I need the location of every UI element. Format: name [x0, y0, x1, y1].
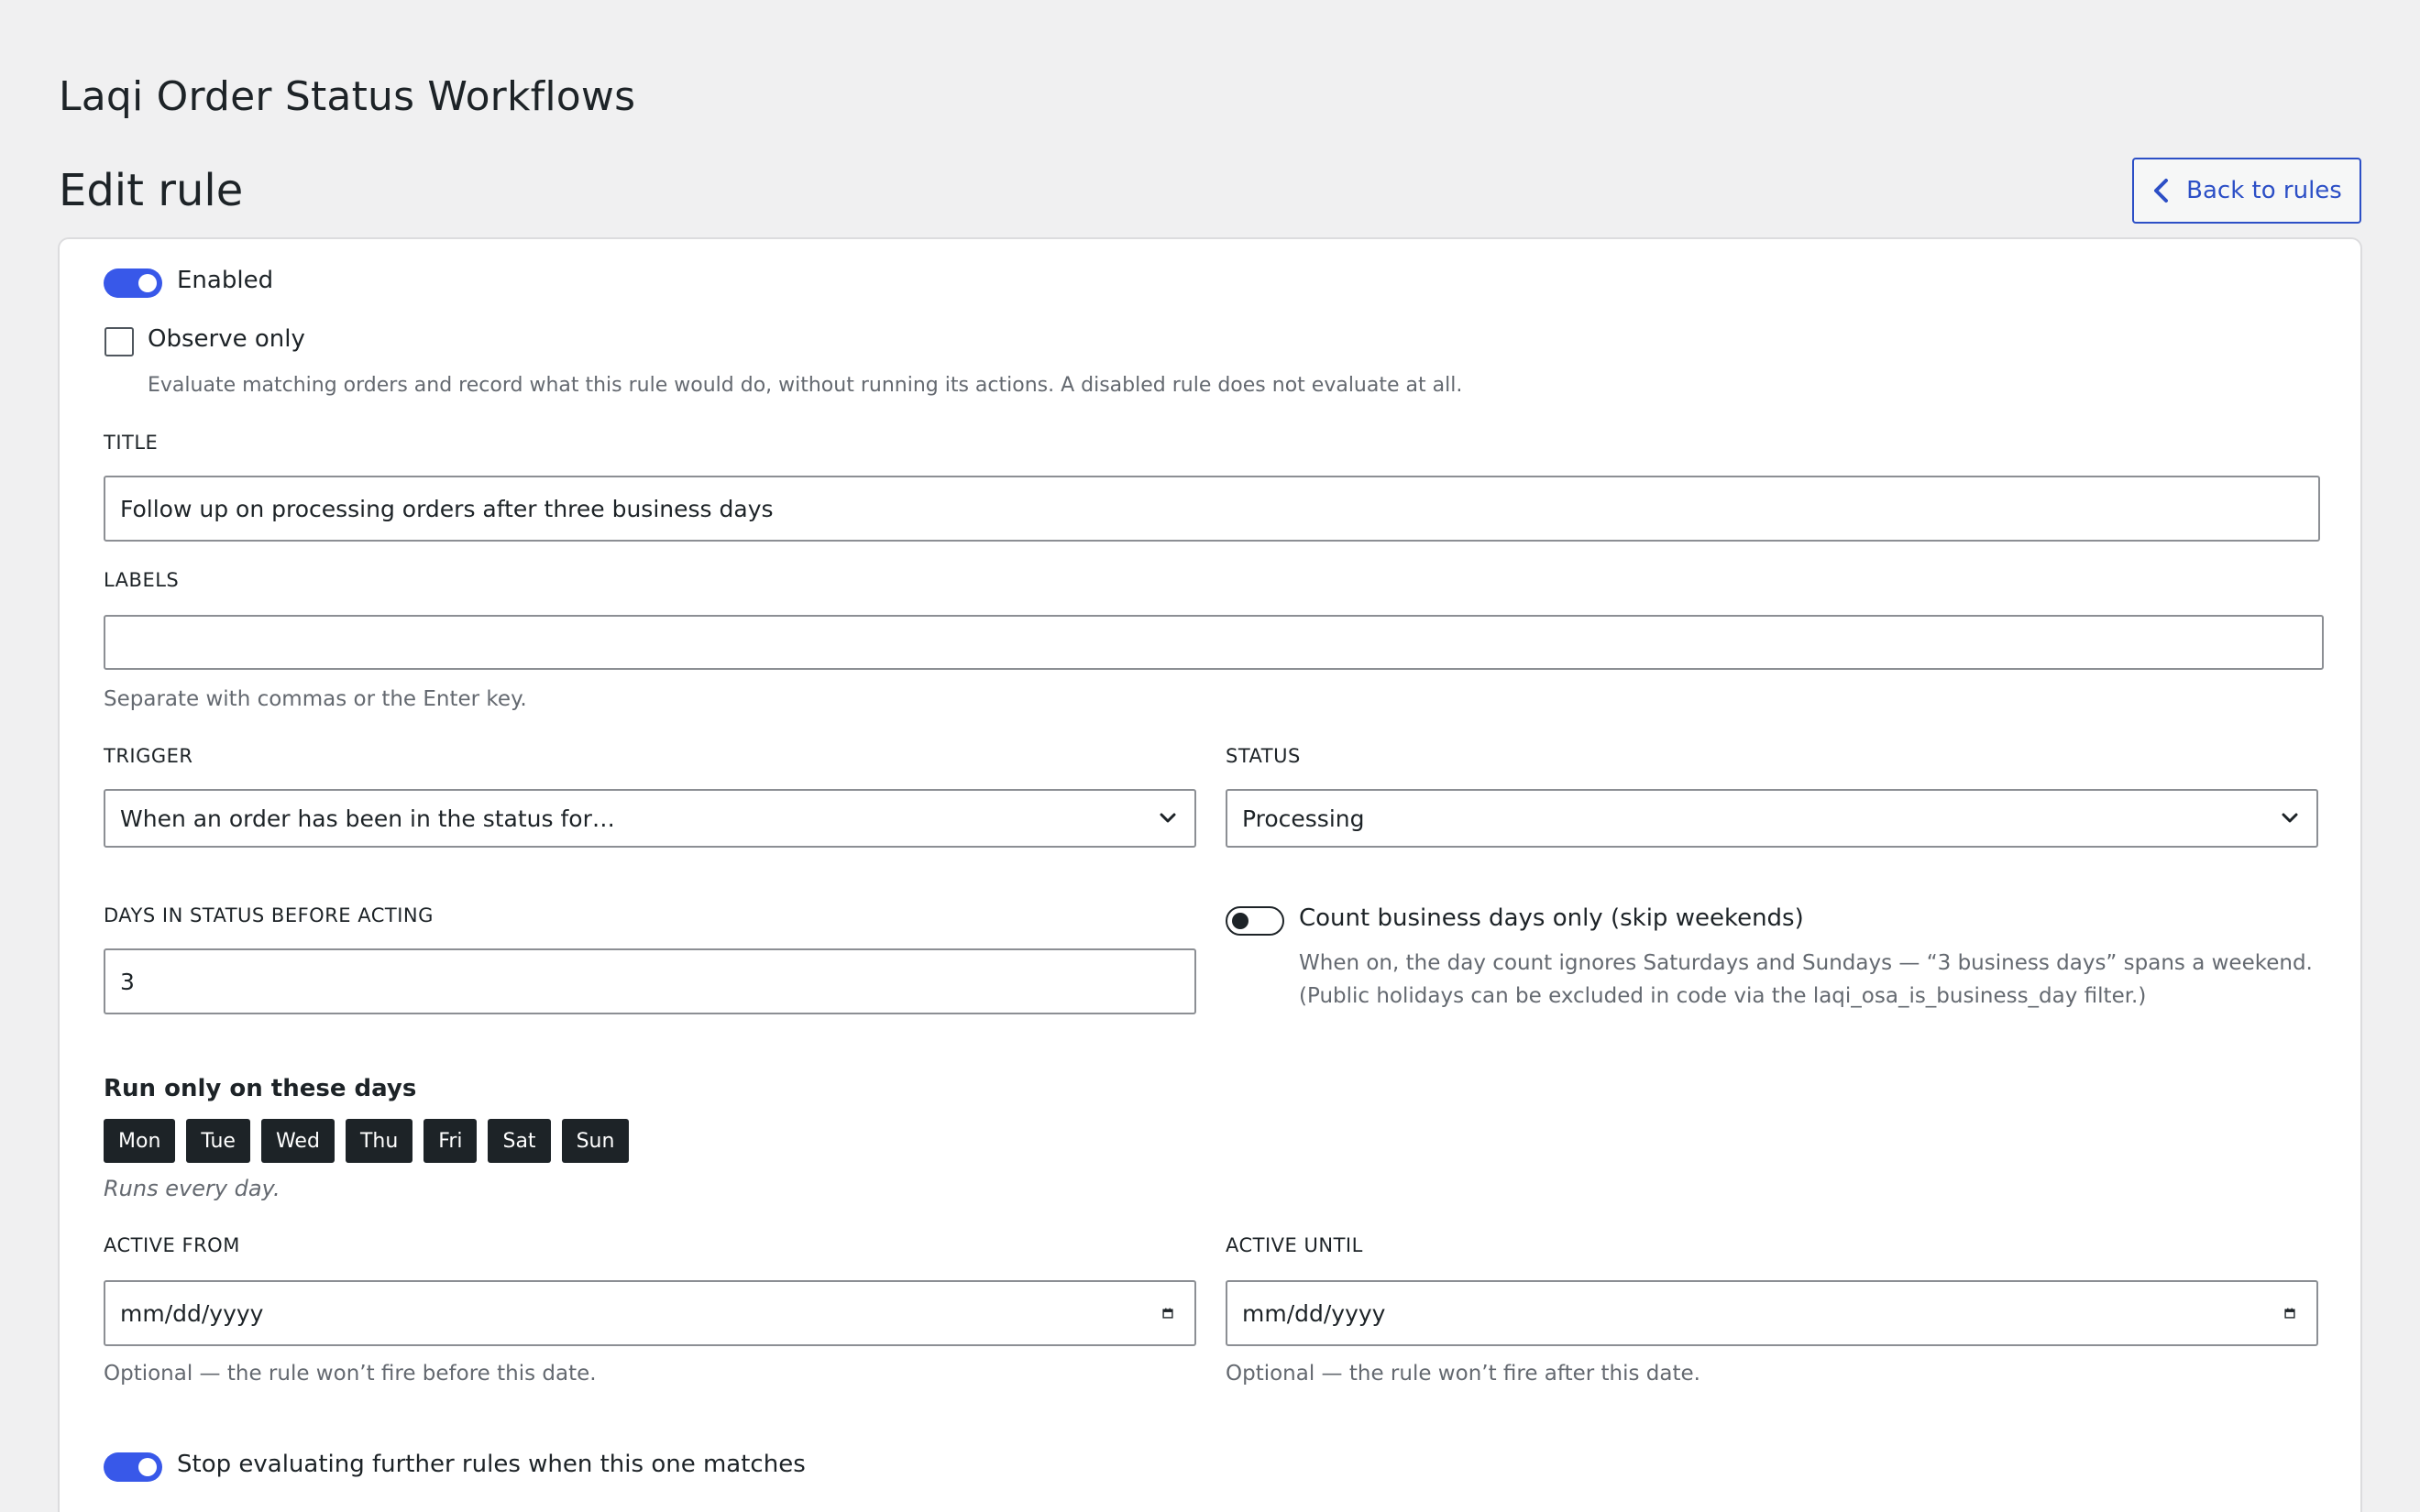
days-in-status-label: DAYS IN STATUS BEFORE ACTING: [104, 904, 434, 926]
trigger-select[interactable]: When an order has been in the status for…: [104, 789, 1196, 848]
calendar-icon[interactable]: [1160, 1308, 1176, 1319]
labels-label: LABELS: [104, 569, 180, 591]
chevron-left-icon: [2154, 179, 2169, 203]
active-from-help: Optional — the rule won’t fire before th…: [104, 1362, 597, 1386]
day-wed-button[interactable]: Wed: [260, 1119, 335, 1163]
chevron-down-icon: [2282, 813, 2298, 823]
run-days-group: Mon Tue Wed Thu Fri Sat Sun: [104, 1119, 630, 1163]
observe-only-help: Evaluate matching orders and record what…: [148, 374, 1463, 397]
page-title: Edit rule: [59, 165, 244, 216]
rule-editor-card: Enabled Observe only Evaluate matching o…: [58, 237, 2362, 1512]
active-from-label: ACTIVE FROM: [104, 1234, 240, 1256]
stop-evaluating-label: Stop evaluating further rules when this …: [177, 1451, 806, 1478]
active-until-placeholder: mm/dd/yyyy: [1242, 1299, 1386, 1327]
day-thu-button[interactable]: Thu: [345, 1119, 413, 1163]
day-sat-button[interactable]: Sat: [488, 1119, 551, 1163]
observe-only-label: Observe only: [148, 325, 305, 353]
active-from-input[interactable]: mm/dd/yyyy: [104, 1280, 1196, 1346]
day-sun-button[interactable]: Sun: [561, 1119, 630, 1163]
app-title: Laqi Order Status Workflows: [59, 73, 636, 120]
title-input[interactable]: Follow up on processing orders after thr…: [104, 476, 2320, 542]
day-fri-button[interactable]: Fri: [424, 1119, 478, 1163]
labels-help: Separate with commas or the Enter key.: [104, 687, 527, 711]
active-from-placeholder: mm/dd/yyyy: [120, 1299, 264, 1327]
days-in-status-value: 3: [120, 968, 135, 995]
calendar-icon[interactable]: [2282, 1308, 2298, 1319]
trigger-label: TRIGGER: [104, 745, 193, 767]
status-label: STATUS: [1226, 745, 1301, 767]
chevron-down-icon: [1160, 813, 1176, 823]
business-days-toggle[interactable]: [1226, 906, 1284, 936]
active-until-label: ACTIVE UNTIL: [1226, 1234, 1363, 1256]
enabled-label: Enabled: [177, 267, 274, 294]
business-days-help: When on, the day count ignores Saturdays…: [1299, 951, 2313, 1008]
status-select-value: Processing: [1242, 805, 1365, 832]
stop-evaluating-toggle[interactable]: [104, 1452, 162, 1482]
active-until-input[interactable]: mm/dd/yyyy: [1226, 1280, 2318, 1346]
days-in-status-input[interactable]: 3: [104, 948, 1196, 1014]
business-days-label: Count business days only (skip weekends): [1299, 904, 1804, 932]
back-to-rules-button[interactable]: Back to rules: [2132, 158, 2361, 224]
status-select[interactable]: Processing: [1226, 789, 2318, 848]
title-input-value: Follow up on processing orders after thr…: [120, 495, 774, 522]
active-until-help: Optional — the rule won’t fire after thi…: [1226, 1362, 1700, 1386]
title-label: TITLE: [104, 432, 159, 454]
trigger-select-value: When an order has been in the status for…: [120, 805, 615, 832]
run-days-summary: Runs every day.: [104, 1176, 280, 1201]
observe-only-checkbox[interactable]: [104, 327, 134, 356]
run-days-heading: Run only on these days: [104, 1075, 417, 1102]
day-mon-button[interactable]: Mon: [104, 1119, 176, 1163]
back-to-rules-label: Back to rules: [2186, 177, 2342, 204]
day-tue-button[interactable]: Tue: [186, 1119, 250, 1163]
enabled-toggle[interactable]: [104, 268, 162, 298]
labels-input[interactable]: [104, 615, 2324, 670]
